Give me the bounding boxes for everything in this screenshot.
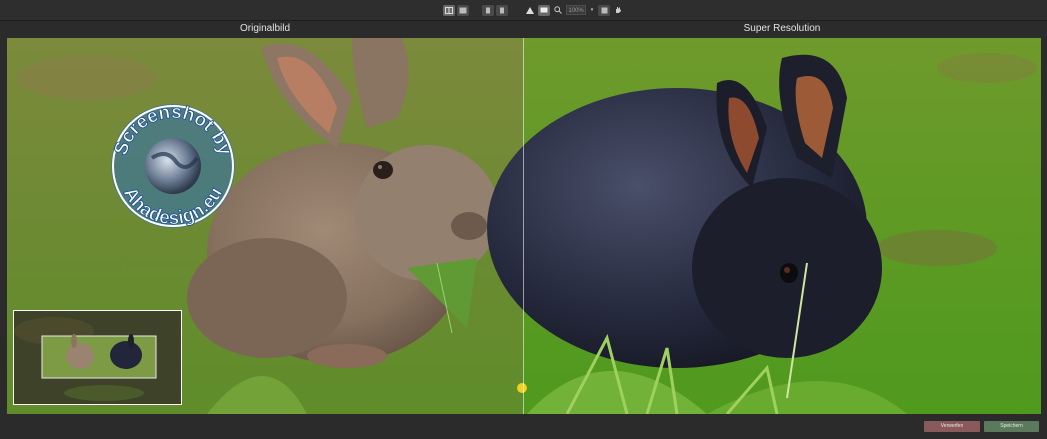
split-view-button[interactable] — [457, 4, 469, 16]
zoom-in-button[interactable] — [598, 4, 610, 16]
compare-left-button[interactable] — [482, 4, 494, 16]
bottom-bar: Verwerfen Speichern — [0, 414, 1047, 439]
magnifier-icon — [554, 6, 562, 14]
compare-right-button[interactable] — [496, 4, 508, 16]
side-by-side-icon — [445, 6, 453, 14]
hand-tool-button[interactable] — [612, 5, 624, 16]
warning-button[interactable] — [524, 5, 536, 16]
zoom-in-icon — [601, 7, 607, 13]
hand-icon — [616, 7, 621, 13]
navigator-thumbnail[interactable] — [13, 310, 182, 405]
discard-button[interactable]: Verwerfen — [924, 421, 980, 432]
comparison-viewport[interactable]: Screenshot by Ahadesign.eu — [7, 38, 1041, 414]
split-view-icon — [459, 7, 467, 13]
super-resolution-header: Super Resolution — [743, 23, 821, 34]
warning-icon — [526, 6, 534, 14]
comparison-divider[interactable] — [523, 38, 524, 414]
column-left-icon — [486, 7, 490, 13]
column-right-icon — [500, 7, 504, 13]
fit-screen-button[interactable] — [538, 4, 550, 16]
save-button[interactable]: Speichern — [984, 421, 1039, 432]
navigator-preview — [14, 311, 181, 404]
fit-screen-icon — [540, 7, 548, 13]
top-toolbar: 100% ▾ — [0, 0, 1047, 21]
original-image-header: Originalbild — [239, 23, 291, 34]
side-by-side-view-button[interactable] — [443, 4, 455, 16]
zoom-level-field[interactable]: 100% — [566, 5, 586, 15]
zoom-dropdown-chevron-icon[interactable]: ▾ — [588, 5, 596, 16]
zoom-button[interactable] — [552, 5, 564, 16]
